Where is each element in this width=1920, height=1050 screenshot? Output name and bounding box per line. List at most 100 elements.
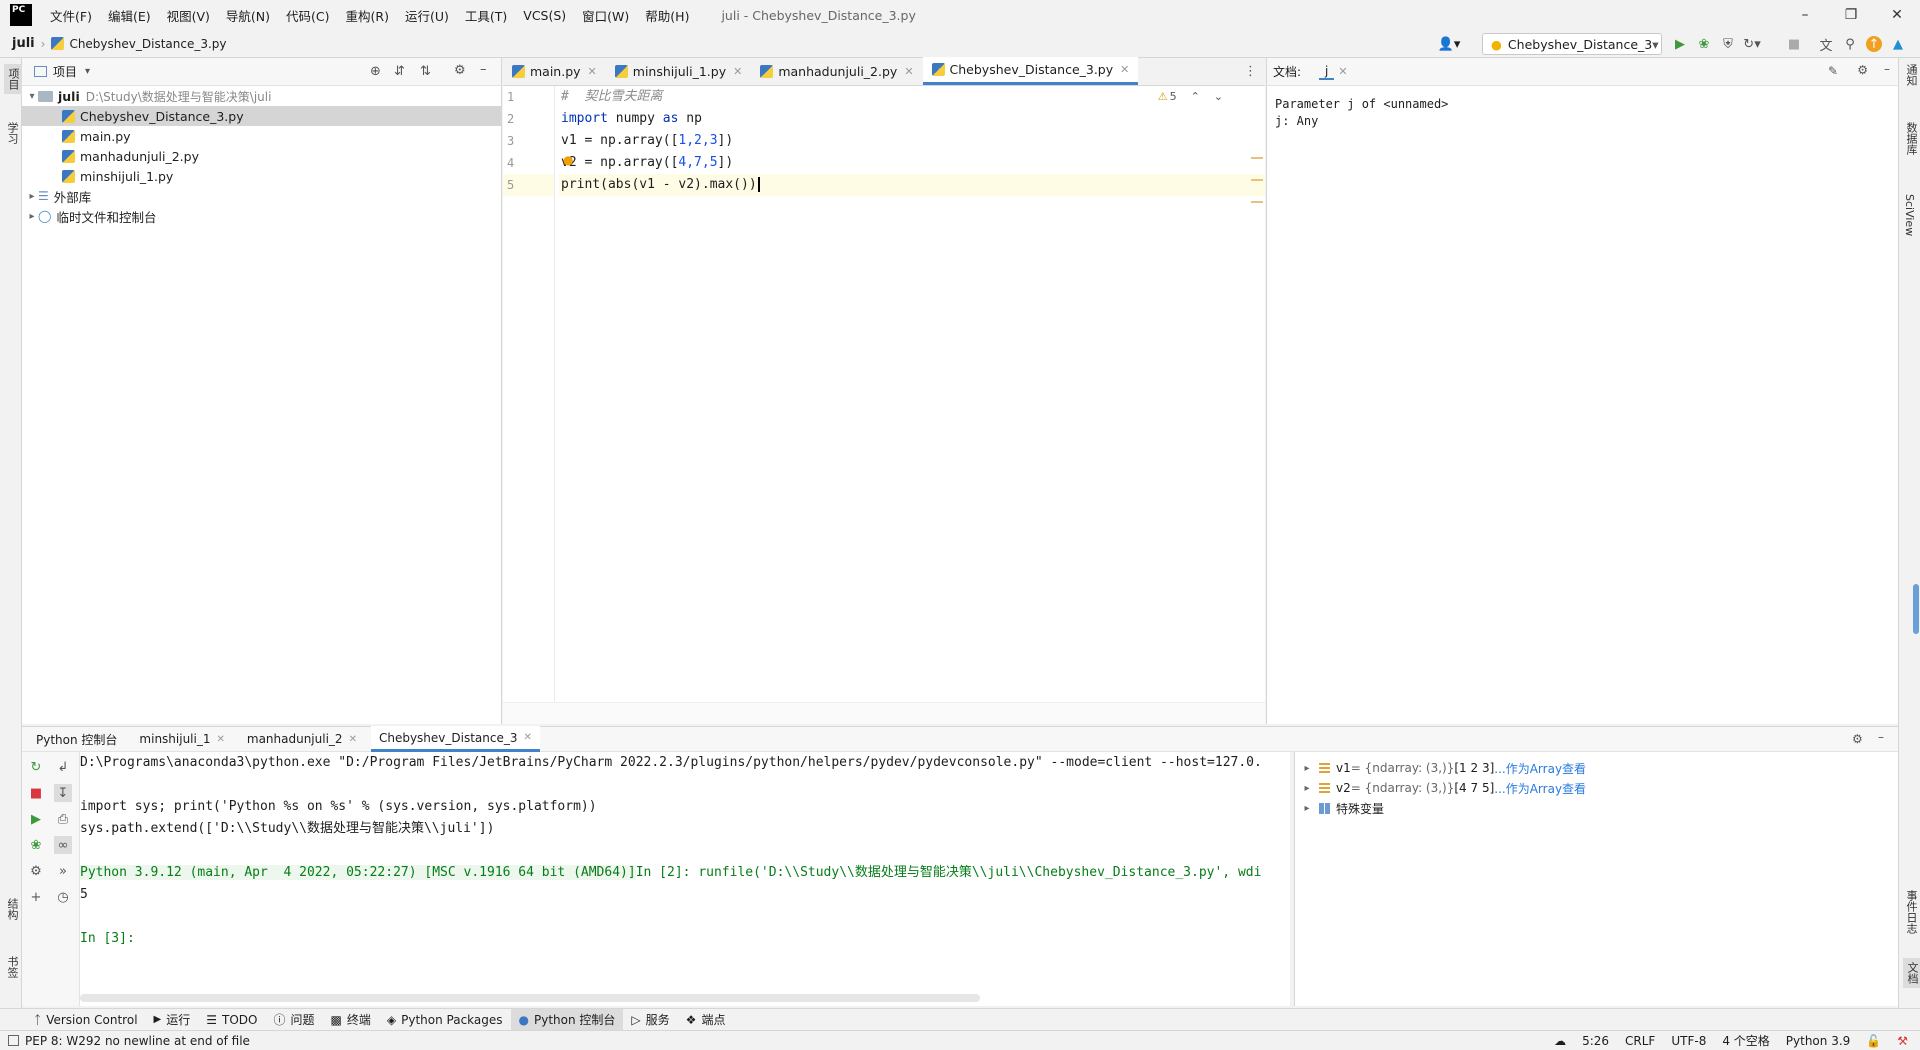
tree-file-main[interactable]: main.py	[22, 126, 501, 146]
variable-row[interactable]: ▸ v2 = {ndarray: (3,)} [4 7 5] ...作为Arra…	[1295, 778, 1898, 798]
tab-main[interactable]: main.py ✕	[503, 57, 606, 85]
bookmarks-tool-button[interactable]: 书签	[4, 956, 20, 978]
edit-source-icon[interactable]: ✎	[1828, 64, 1838, 78]
print-icon[interactable]: ⎙	[54, 810, 72, 828]
gear-icon[interactable]: ⚙	[1852, 732, 1863, 746]
tool-python-packages[interactable]: ◈ Python Packages	[379, 1009, 511, 1031]
tree-file-minshijuli[interactable]: minshijuli_1.py	[22, 166, 501, 186]
menu-edit[interactable]: 编辑(E)	[100, 6, 159, 25]
debug-icon[interactable]: ❀	[27, 836, 45, 854]
close-icon[interactable]: ✕	[1338, 65, 1347, 78]
event-log-tool-button[interactable]: 事件日志	[1903, 890, 1919, 934]
settings-icon[interactable]: ⚙	[27, 862, 45, 880]
debug-icon[interactable]: ❀	[1696, 36, 1712, 52]
run-icon[interactable]: ▶	[1672, 36, 1688, 52]
warning-stripe[interactable]	[1251, 157, 1263, 159]
gear-icon[interactable]: ⚙	[454, 63, 466, 78]
close-icon[interactable]: ✕	[524, 732, 532, 743]
translate-icon[interactable]: 文	[1818, 36, 1834, 54]
run-icon[interactable]: ▶	[27, 810, 45, 828]
close-icon[interactable]: ✕	[733, 65, 742, 78]
project-panel-title[interactable]: 项目	[53, 63, 77, 80]
close-icon[interactable]: ✕	[216, 734, 224, 745]
update-icon[interactable]: ↑	[1866, 36, 1882, 52]
tool-version-control[interactable]: ᛏ Version Control	[26, 1009, 146, 1031]
lock-icon[interactable]: 🔓	[1858, 1034, 1889, 1048]
learn-tool-button[interactable]: 学习	[4, 122, 20, 144]
menu-help[interactable]: 帮助(H)	[637, 6, 697, 25]
chevron-down-icon[interactable]: ⌄	[1214, 90, 1223, 103]
caret-position[interactable]: 5:26	[1574, 1034, 1617, 1048]
notifications-tool-button[interactable]: 通知	[1903, 64, 1919, 86]
hide-icon[interactable]: –	[1884, 62, 1890, 76]
user-icon[interactable]: 👤▾	[1436, 36, 1462, 52]
add-icon[interactable]: +	[27, 888, 45, 906]
close-window-button[interactable]: ✕	[1874, 0, 1920, 30]
hide-icon[interactable]: –	[1878, 730, 1884, 744]
tab-chebyshev[interactable]: Chebyshev_Distance_3.py ✕	[922, 57, 1139, 85]
inspection-profile-icon[interactable]: ⚒	[1889, 1034, 1920, 1048]
jetbrains-icon[interactable]: ▲	[1890, 36, 1906, 52]
history-icon[interactable]: ◷	[54, 888, 72, 906]
chevron-right-icon[interactable]: ▸	[1301, 763, 1313, 774]
tab-console-manhadunjuli[interactable]: manhadunjuli_2 ✕	[239, 726, 365, 752]
breadcrumb-root[interactable]: juli	[12, 36, 35, 51]
expand-all-icon[interactable]: ⇵	[394, 64, 405, 79]
sciview-tool-button[interactable]: SciView	[1903, 194, 1916, 236]
menu-code[interactable]: 代码(C)	[278, 6, 337, 25]
view-as-array-link[interactable]: ...作为Array查看	[1494, 760, 1586, 777]
doc-tab[interactable]: j	[1319, 64, 1335, 80]
chevron-right-icon[interactable]: ▸	[26, 191, 38, 202]
variable-row[interactable]: ▸ v1 = {ndarray: (3,)} [1 2 3] ...作为Arra…	[1295, 758, 1898, 778]
variable-row[interactable]: ▸ 特殊变量	[1295, 798, 1898, 818]
locate-icon[interactable]: ⊕	[370, 64, 381, 79]
chevron-right-icon[interactable]: ▸	[1301, 783, 1313, 794]
tree-root-folder[interactable]: ▾ juli D:\Study\数据处理与智能决策\juli	[22, 86, 501, 106]
show-variables-icon[interactable]: ∞	[54, 836, 72, 854]
console-prompt[interactable]: In [3]:	[80, 928, 1290, 950]
chevron-down-icon[interactable]: ▾	[85, 66, 90, 77]
run-configuration-select[interactable]: ● Chebyshev_Distance_3 ▾	[1482, 33, 1662, 55]
tab-manhadunjuli[interactable]: manhadunjuli_2.py ✕	[751, 57, 922, 85]
project-tool-button[interactable]: 项目	[4, 64, 22, 94]
close-icon[interactable]: ✕	[1120, 63, 1129, 76]
more-tabs-icon[interactable]: ⋮	[1244, 64, 1257, 79]
tool-terminal[interactable]: ▩ 终端	[323, 1009, 379, 1031]
memory-icon[interactable]: ☁	[1546, 1034, 1574, 1048]
coverage-icon[interactable]: ⛨	[1720, 36, 1736, 52]
tree-scratches[interactable]: ▸ ◯ 临时文件和控制台	[22, 206, 501, 226]
close-icon[interactable]: ✕	[349, 734, 357, 745]
editor-scrollbar[interactable]	[503, 702, 1265, 724]
profile-icon[interactable]: ↻▾	[1743, 36, 1760, 52]
menu-vcs[interactable]: VCS(S)	[515, 8, 574, 23]
file-encoding[interactable]: UTF-8	[1663, 1034, 1714, 1048]
tab-console-minshijuli[interactable]: minshijuli_1 ✕	[131, 726, 232, 752]
bulb-icon[interactable]: ●	[563, 153, 573, 167]
tool-services[interactable]: ▷ 服务	[623, 1009, 677, 1031]
collapse-all-icon[interactable]: ⇅	[420, 64, 431, 79]
tree-external-libraries[interactable]: ▸ ☰ 外部库	[22, 186, 501, 206]
tab-console-chebyshev[interactable]: Chebyshev_Distance_3 ✕	[370, 726, 540, 752]
tool-python-console[interactable]: ● Python 控制台	[510, 1008, 624, 1031]
menu-navigate[interactable]: 导航(N)	[218, 6, 278, 25]
console-scrollbar[interactable]	[80, 994, 980, 1002]
tool-endpoints[interactable]: ❖ 端点	[678, 1009, 734, 1031]
chevron-down-icon[interactable]: ▾	[26, 91, 38, 102]
line-separator[interactable]: CRLF	[1617, 1034, 1663, 1048]
menu-tools[interactable]: 工具(T)	[457, 6, 515, 25]
docs-tool-button[interactable]: 文档	[1903, 958, 1920, 988]
stop-icon[interactable]: ■	[27, 784, 45, 802]
breadcrumb-file[interactable]: Chebyshev_Distance_3.py	[51, 36, 227, 51]
rerun-icon[interactable]: ↻	[27, 758, 45, 776]
console-output[interactable]: D:\Programs\anaconda3\python.exe "D:/Pro…	[80, 752, 1290, 1006]
gear-icon[interactable]: ⚙	[1857, 63, 1868, 77]
scroll-to-end-icon[interactable]: ↧	[54, 784, 72, 802]
python-interpreter[interactable]: Python 3.9	[1778, 1034, 1859, 1048]
structure-tool-button[interactable]: 结构	[4, 898, 20, 920]
chevron-right-icon[interactable]: ▸	[26, 211, 38, 222]
tool-run[interactable]: ▶ 运行	[146, 1009, 199, 1031]
status-message[interactable]: PEP 8: W292 no newline at end of file	[0, 1034, 258, 1048]
close-icon[interactable]: ✕	[904, 65, 913, 78]
tab-minshijuli[interactable]: minshijuli_1.py ✕	[606, 57, 752, 85]
menu-file[interactable]: 文件(F)	[42, 6, 100, 25]
